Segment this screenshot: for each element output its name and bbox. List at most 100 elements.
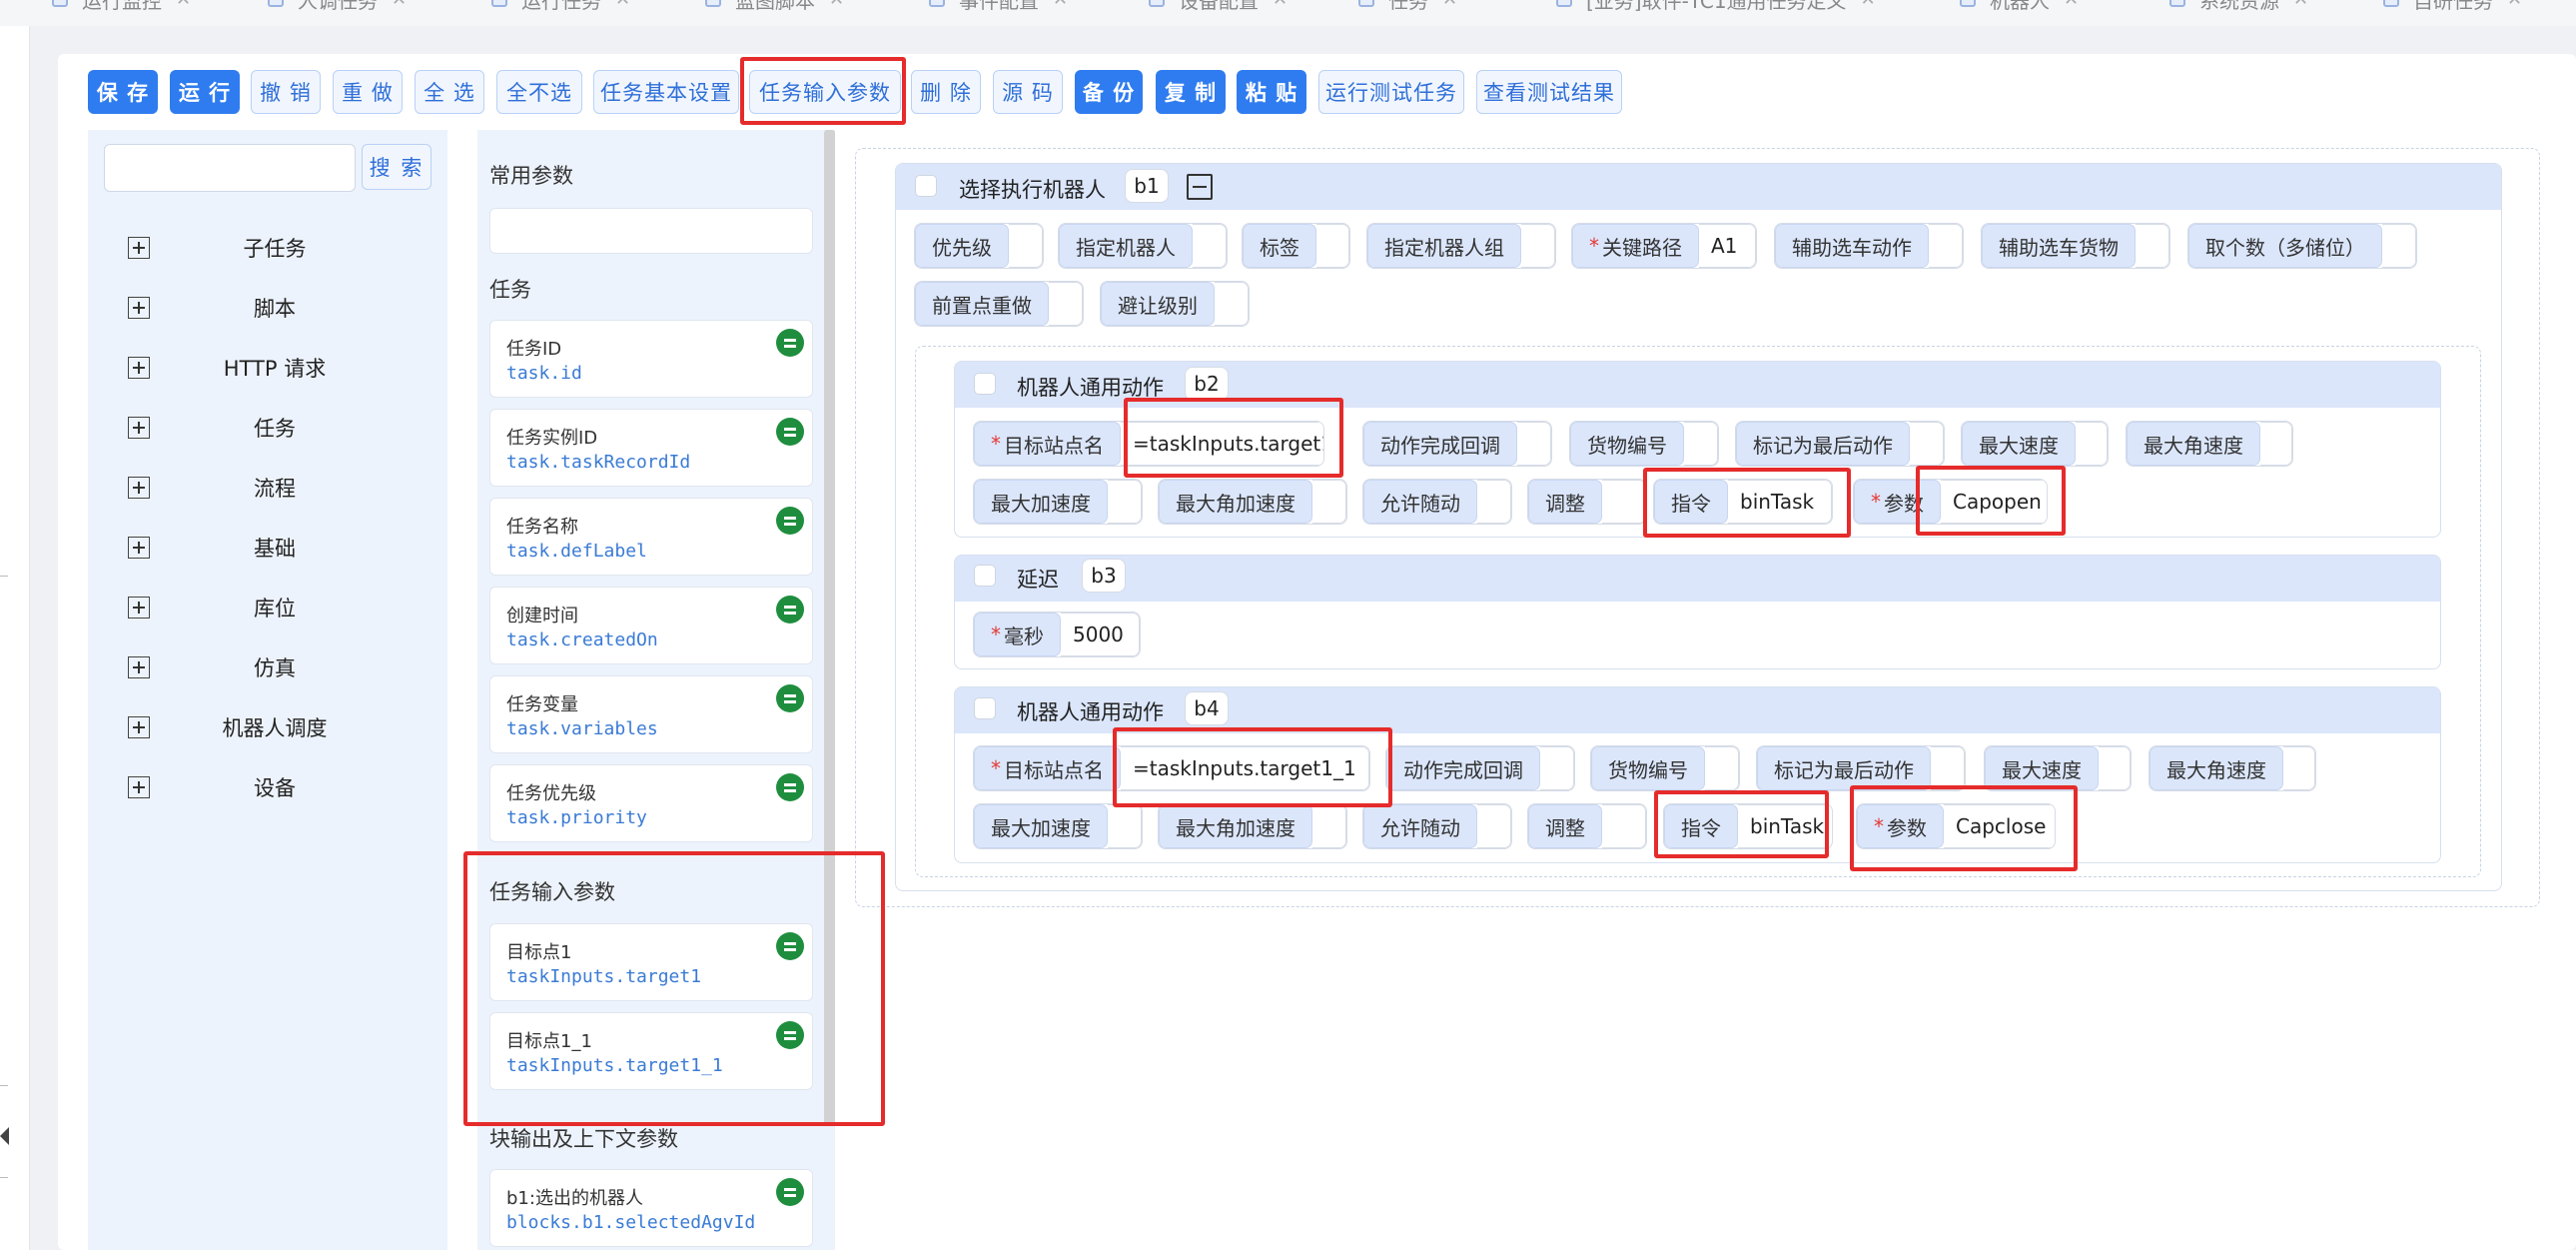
field-callback[interactable]: 动作完成回调 [1385,745,1575,791]
delete-button[interactable]: 删 除 [911,70,981,114]
tab-item[interactable]: 蓝图脚本 ✕ [705,0,844,13]
select-none-button[interactable]: 全不选 [496,70,582,114]
field-goods-no[interactable]: 货物编号 [1590,745,1740,791]
expand-plus-icon[interactable] [128,716,150,738]
field-aux-action[interactable]: 辅助选车动作 [1774,223,1964,269]
tab-item[interactable]: 系统资源 ✕ [2169,0,2308,13]
equals-icon[interactable] [776,1178,804,1206]
redo-button[interactable]: 重 做 [333,70,403,114]
equals-icon[interactable] [776,932,804,960]
field-assign-robot[interactable]: 指定机器人 [1058,223,1228,269]
field-argument[interactable]: * 参数 Capclose [1856,803,2056,849]
equals-icon[interactable] [776,773,804,801]
tab-item[interactable]: 运行监控 ✕ [52,0,191,13]
field-tag[interactable]: 标签 [1242,223,1350,269]
field-value[interactable]: Capclose [1944,804,2055,848]
tab-item[interactable]: 事件配置 ✕ [929,0,1068,13]
view-test-result-button[interactable]: 查看测试结果 [1476,70,1622,114]
expand-plus-icon[interactable] [128,597,150,619]
search-input[interactable] [104,144,356,192]
task-basic-settings-button[interactable]: 任务基本设置 [593,70,739,114]
equals-icon[interactable] [776,418,804,446]
block-b4-checkbox[interactable] [974,697,996,719]
field-value[interactable]: binTask [1738,804,1832,848]
field-aux-goods[interactable]: 辅助选车货物 [1981,223,2170,269]
tab-item[interactable]: 任务 ✕ [1358,0,1457,13]
equals-icon[interactable] [776,1021,804,1049]
source-button[interactable]: 源 码 [993,70,1063,114]
close-icon[interactable]: ✕ [1273,0,1288,10]
param-card[interactable]: 任务ID task.id [489,320,813,398]
tab-item[interactable]: 运行任务 ✕ [491,0,630,13]
palette-item-basic[interactable]: 基础 [128,528,428,568]
close-icon[interactable]: ✕ [1053,0,1068,10]
field-callback[interactable]: 动作完成回调 [1362,421,1552,467]
field-adjust[interactable]: 调整 [1527,479,1647,525]
field-max-ang-acc[interactable]: 最大角加速度 [1158,803,1347,849]
palette-item-device[interactable]: 设备 [128,767,428,807]
palette-item-simulation[interactable]: 仿真 [128,647,428,687]
param-card[interactable]: 任务变量 task.variables [489,675,813,753]
palette-item-location[interactable]: 库位 [128,588,428,627]
equals-icon[interactable] [776,507,804,535]
field-value[interactable]: 5000 [1061,613,1140,656]
close-icon[interactable]: ✕ [2293,0,2308,10]
field-argument[interactable]: * 参数 Capopen [1853,479,2048,525]
field-avoid-level[interactable]: 避让级别 [1100,281,1250,327]
backup-button[interactable]: 备 份 [1075,70,1143,114]
expand-plus-icon[interactable] [128,297,150,319]
field-max-ang-speed[interactable]: 最大角速度 [2148,745,2316,791]
collapse-icon[interactable] [1187,174,1213,200]
palette-item-robot-dispatch[interactable]: 机器人调度 [128,707,428,747]
search-button[interactable]: 搜 索 [362,144,431,190]
tab-item[interactable]: 自研任务 ✕ [2383,0,2522,13]
palette-item-http[interactable]: HTTP 请求 [128,348,428,388]
select-all-button[interactable]: 全 选 [415,70,484,114]
collapse-arrow-icon[interactable] [0,1127,9,1145]
field-command[interactable]: 指令 binTask [1653,479,1833,525]
run-button[interactable]: 运 行 [170,70,240,114]
tab-item[interactable]: 设备配置 ✕ [1149,0,1288,13]
field-mark-last[interactable]: 标记为最后动作 [1756,745,1966,791]
param-card[interactable]: 目标点1 taskInputs.target1 [489,923,813,1001]
tab-item[interactable]: 机器人 ✕ [1960,0,2079,13]
expand-plus-icon[interactable] [128,237,150,259]
equals-icon[interactable] [776,684,804,712]
close-icon[interactable]: ✕ [615,0,630,10]
param-card[interactable]: 任务优先级 task.priority [489,764,813,842]
field-value[interactable]: binTask [1728,480,1832,524]
paste-button[interactable]: 粘 贴 [1237,70,1306,114]
close-icon[interactable]: ✕ [829,0,844,10]
field-mark-last[interactable]: 标记为最后动作 [1735,421,1945,467]
palette-item-flow[interactable]: 流程 [128,468,428,508]
expand-plus-icon[interactable] [128,417,150,439]
field-value[interactable]: =taskInputs.target1_1 [1121,746,1369,790]
field-prepoint-redo[interactable]: 前置点重做 [914,281,1084,327]
field-max-speed[interactable]: 最大速度 [1984,745,2132,791]
close-icon[interactable]: ✕ [1442,0,1457,10]
field-value[interactable]: Capopen [1941,480,2047,524]
task-input-params-button[interactable]: 任务输入参数 [749,70,901,114]
field-max-acc[interactable]: 最大加速度 [973,803,1143,849]
field-target-station[interactable]: * 目标站点名 =taskInputs.target1 [973,421,1324,467]
field-target-station[interactable]: * 目标站点名 =taskInputs.target1_1 [973,745,1370,791]
field-allow-follow[interactable]: 允许随动 [1362,479,1512,525]
field-max-acc[interactable]: 最大加速度 [973,479,1143,525]
expand-plus-icon[interactable] [128,357,150,379]
tab-item[interactable]: 人调任务 ✕ [268,0,407,13]
param-card[interactable]: 任务实例ID task.taskRecordId [489,409,813,487]
palette-item-script[interactable]: 脚本 [128,288,428,328]
param-card[interactable]: b1:选出的机器人 blocks.b1.selectedAgvId [489,1169,813,1247]
tab-item[interactable]: [业务]取件-TC1通用任务定义 ✕ [1556,0,1876,13]
palette-item-task[interactable]: 任务 [128,408,428,448]
equals-icon[interactable] [776,596,804,624]
block-b1-checkbox[interactable] [915,175,937,197]
field-command[interactable]: 指令 binTask [1663,803,1833,849]
block-b3-checkbox[interactable] [974,565,996,587]
expand-plus-icon[interactable] [128,477,150,499]
param-card[interactable]: 目标点1_1 taskInputs.target1_1 [489,1012,813,1090]
field-max-ang-speed[interactable]: 最大角速度 [2126,421,2293,467]
run-test-task-button[interactable]: 运行测试任务 [1318,70,1464,114]
param-card[interactable]: 创建时间 task.createdOn [489,587,813,664]
field-max-ang-acc[interactable]: 最大角加速度 [1158,479,1347,525]
